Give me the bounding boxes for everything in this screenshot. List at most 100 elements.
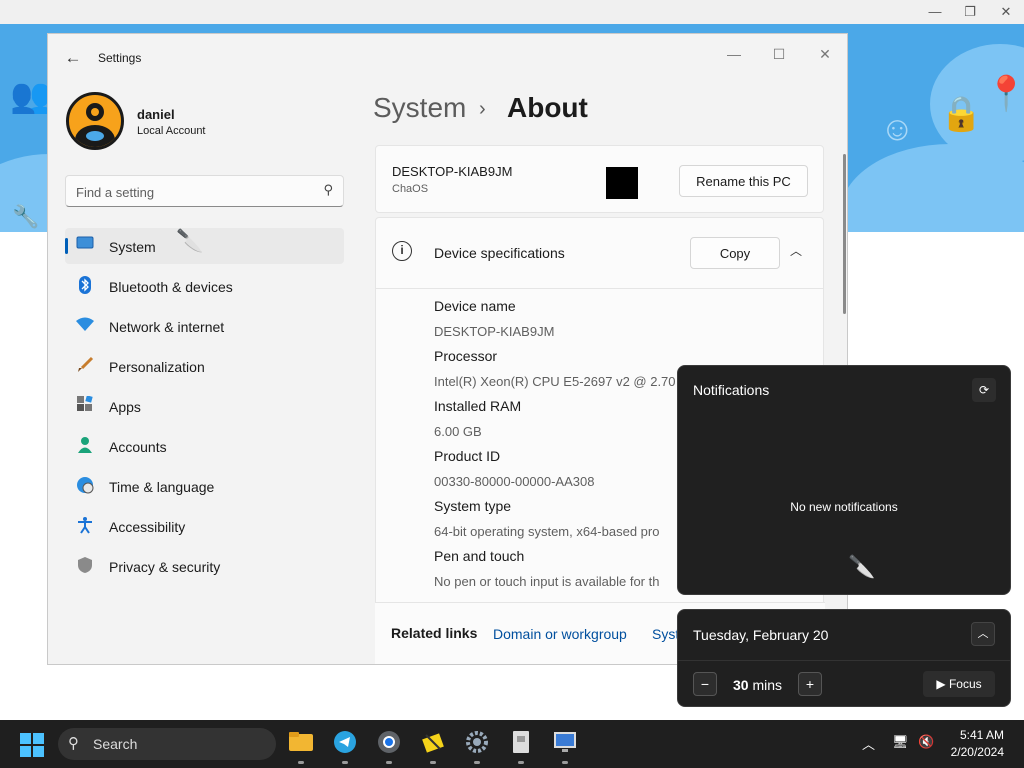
brush-icon xyxy=(75,356,95,376)
pc-name-card: DESKTOP-KIAB9JM ChaOS Rename this PC xyxy=(375,145,824,213)
spec-value-pen-touch: No pen or touch input is available for t… xyxy=(434,574,660,589)
chevron-up-icon[interactable]: ︿ xyxy=(790,242,802,259)
spec-label-product-id: Product ID xyxy=(434,448,501,464)
taskbar: ⚲ Search ︿ 🖥 🔇 5:41 AM 2/20/2024 xyxy=(0,720,1024,768)
people-deco-icon: 👥 xyxy=(10,77,53,115)
host-minimize-icon[interactable]: — xyxy=(920,2,950,22)
back-arrow-icon[interactable]: ← xyxy=(62,48,84,68)
rename-pc-button[interactable]: Rename this PC xyxy=(679,165,808,197)
paint-app-icon[interactable] xyxy=(419,730,447,758)
spec-label-device-name: Device name xyxy=(434,298,516,314)
sidebar-item-privacy[interactable]: Privacy & security xyxy=(65,548,344,584)
clock-time[interactable]: 5:41 AM xyxy=(960,728,1004,742)
focus-unit: mins xyxy=(752,677,783,693)
sidebar-item-label: Apps xyxy=(109,399,141,415)
calendar-flyout: Tuesday, February 20 ︿ − 30 mins + ▶ Foc… xyxy=(677,609,1011,707)
file-explorer-icon[interactable] xyxy=(287,730,315,758)
knife-cursor-icon: 🔪 xyxy=(848,554,876,579)
play-icon: ▶ xyxy=(936,677,946,691)
notification-center: Notifications ⟳ No new notifications 🔪 xyxy=(677,365,1011,595)
search-box[interactable]: ⚲ xyxy=(65,175,344,207)
taskbar-search[interactable]: ⚲ Search xyxy=(58,728,276,760)
search-icon[interactable]: ⚲ xyxy=(323,182,333,198)
scrollbar[interactable] xyxy=(843,154,846,314)
sidebar-item-label: Personalization xyxy=(109,359,205,375)
telegram-icon[interactable] xyxy=(331,730,359,758)
windows-start-icon[interactable] xyxy=(20,733,44,757)
pc-name: DESKTOP-KIAB9JM xyxy=(392,164,513,179)
chevron-up-icon[interactable]: ︿ xyxy=(862,734,875,753)
sidebar-item-time-language[interactable]: Time & language xyxy=(65,468,344,504)
sidebar-item-system[interactable]: System xyxy=(65,228,344,264)
focus-increase-button[interactable]: + xyxy=(798,672,822,696)
focus-minutes: 30 xyxy=(733,677,749,693)
person-icon xyxy=(75,436,95,456)
pin-deco-icon: 📍 xyxy=(985,75,1024,113)
related-links-title: Related links xyxy=(391,625,478,641)
sidebar-item-apps[interactable]: Apps xyxy=(65,388,344,424)
archive-icon[interactable] xyxy=(507,730,535,758)
host-window-bar: — ❐ ✕ xyxy=(0,0,1024,24)
lock-deco-icon: 🔒 xyxy=(940,95,983,133)
sidebar-item-label: Network & internet xyxy=(109,319,225,335)
pc-os-name: ChaOS xyxy=(392,183,429,195)
volume-mute-icon[interactable]: 🔇 xyxy=(918,734,934,750)
host-close-icon[interactable]: ✕ xyxy=(991,2,1021,22)
device-specs-title: Device specifications xyxy=(434,245,565,261)
sidebar-item-personalization[interactable]: Personalization xyxy=(65,348,344,384)
page-title: About xyxy=(507,92,588,123)
focus-label: Focus xyxy=(948,677,982,691)
close-button[interactable]: ✕ xyxy=(805,40,845,68)
search-icon: ⚲ xyxy=(68,735,79,752)
chevron-up-icon[interactable]: ︿ xyxy=(971,622,995,646)
avatar[interactable] xyxy=(66,92,124,150)
chrome-icon[interactable] xyxy=(375,730,403,758)
spec-value-product-id: 00330-80000-00000-AA308 xyxy=(434,474,595,489)
sidebar-item-bluetooth[interactable]: Bluetooth & devices xyxy=(65,268,344,304)
focus-button[interactable]: ▶ Focus xyxy=(923,671,995,697)
spec-label-ram: Installed RAM xyxy=(434,398,522,414)
shield-icon xyxy=(75,556,95,576)
minimize-button[interactable]: — xyxy=(714,40,754,68)
spec-value-processor: Intel(R) Xeon(R) CPU E5-2697 v2 @ 2.70 xyxy=(434,374,676,389)
user-name: daniel xyxy=(137,107,175,122)
sidebar-item-label: Bluetooth & devices xyxy=(109,279,233,295)
monitor-app-icon[interactable] xyxy=(551,730,579,758)
spec-label-processor: Processor xyxy=(434,348,498,364)
settings-gear-icon[interactable] xyxy=(463,730,491,758)
notifications-title: Notifications xyxy=(693,382,770,398)
copy-button[interactable]: Copy xyxy=(690,237,780,269)
dnd-settings-icon[interactable]: ⟳ xyxy=(972,378,996,402)
sidebar-item-label: Time & language xyxy=(109,479,215,495)
sidebar-item-label: Accessibility xyxy=(109,519,186,535)
maximize-button[interactable]: ☐ xyxy=(759,40,799,68)
spec-label-pen-touch: Pen and touch xyxy=(434,548,525,564)
sidebar-nav: System Bluetooth & devices Network & int… xyxy=(65,228,344,588)
bluetooth-icon xyxy=(75,276,95,296)
clock-date[interactable]: 2/20/2024 xyxy=(951,745,1004,759)
sidebar-item-label: Privacy & security xyxy=(109,559,221,575)
focus-duration: 30 mins xyxy=(733,677,782,693)
sidebar-item-accessibility[interactable]: Accessibility xyxy=(65,508,344,544)
calendar-date: Tuesday, February 20 xyxy=(693,627,829,643)
breadcrumb-system[interactable]: System xyxy=(373,92,466,124)
spec-value-system-type: 64-bit operating system, x64-based pro xyxy=(434,524,660,539)
smiley-deco-icon: ☺ xyxy=(880,110,915,148)
focus-decrease-button[interactable]: − xyxy=(693,672,717,696)
redacted-box xyxy=(606,167,638,199)
no-notifications-text: No new notifications xyxy=(790,500,898,514)
network-icon[interactable]: 🖥 xyxy=(892,734,909,750)
domain-workgroup-link[interactable]: Domain or workgroup xyxy=(493,626,627,642)
title-bar: ← Settings — ☐ ✕ xyxy=(48,34,847,82)
host-restore-icon[interactable]: ❐ xyxy=(955,2,985,22)
account-type: Local Account xyxy=(137,125,206,137)
search-input[interactable] xyxy=(76,182,306,202)
spec-value-device-name: DESKTOP-KIAB9JM xyxy=(434,324,555,339)
accessibility-icon xyxy=(75,516,95,536)
monitor-icon xyxy=(75,236,95,256)
spec-label-system-type: System type xyxy=(434,498,512,514)
system-protection-link[interactable]: Syst xyxy=(652,626,679,642)
sidebar-item-network[interactable]: Network & internet xyxy=(65,308,344,344)
globe-clock-icon xyxy=(75,476,95,496)
sidebar-item-accounts[interactable]: Accounts xyxy=(65,428,344,464)
